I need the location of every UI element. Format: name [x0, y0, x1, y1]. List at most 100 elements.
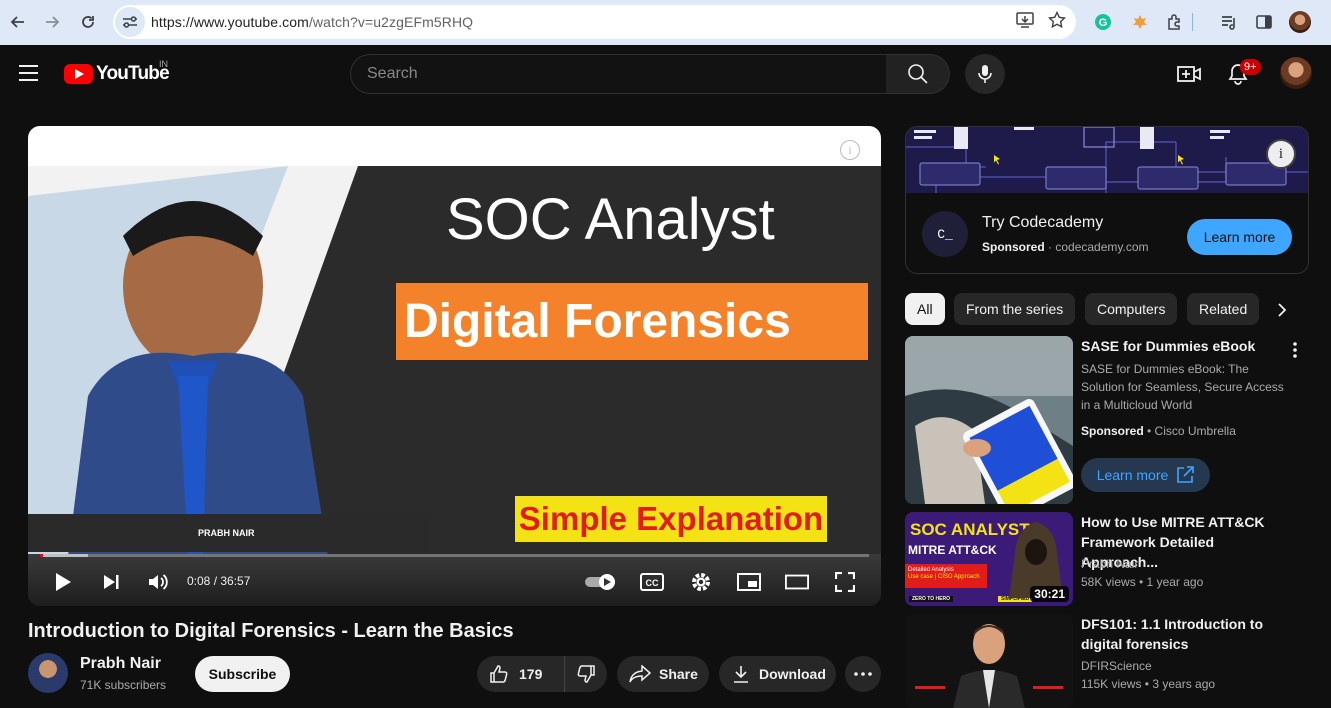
more-vertical-icon[interactable]	[1285, 340, 1305, 360]
captions-icon: CC	[640, 573, 664, 591]
divider-line	[1190, 10, 1194, 34]
rec-meta: 115K views • 3 years ago	[1081, 677, 1216, 691]
channel-name[interactable]: Prabh Nair	[80, 655, 161, 673]
dislike-button[interactable]	[565, 656, 607, 692]
list-item[interactable]: DFS101: 1.1 Introduction to digital fore…	[905, 614, 1309, 708]
rec-advertiser: Cisco Umbrella	[1154, 424, 1236, 438]
site-settings-icon[interactable]	[115, 7, 145, 37]
create-video-button[interactable]	[1177, 62, 1201, 86]
list-item[interactable]: SOC ANALYST MITRE ATT&CK Detailed Analys…	[905, 512, 1309, 606]
youtube-play-logo-icon	[64, 64, 93, 84]
ad-domain: codecademy.com	[1055, 240, 1149, 254]
back-icon[interactable]	[4, 8, 32, 36]
sponsored-ad-card[interactable]: i C_ Try Codecademy Sponsored · codecade…	[905, 126, 1309, 274]
chip-computers[interactable]: Computers	[1085, 293, 1178, 325]
menu-icon[interactable]	[19, 65, 38, 86]
external-link-icon	[1177, 466, 1195, 483]
microphone-icon	[978, 65, 992, 83]
grammarly-extension-icon[interactable]: G	[1091, 10, 1115, 34]
rec-channel[interactable]: Prabh Nair	[1081, 555, 1138, 573]
settings-button[interactable]	[690, 572, 712, 592]
thumb-analysis-box: Detailed Analysis Use case | CISO Approa…	[905, 564, 987, 588]
share-button[interactable]: Share	[617, 656, 709, 692]
time-display: 0:08 / 36:57	[187, 574, 251, 588]
chip-from-the-series[interactable]: From the series	[954, 293, 1076, 325]
address-bar[interactable]: https://www.youtube.com/watch?v=u2zgEFm5…	[113, 5, 1076, 39]
reload-icon[interactable]	[74, 8, 102, 36]
miniplayer-button[interactable]	[737, 572, 761, 592]
ad-sponsored-label: Sponsored	[982, 240, 1045, 254]
rec-title[interactable]: DFS101: 1.1 Introduction to digital fore…	[1081, 614, 1291, 654]
profile-avatar[interactable]	[1288, 10, 1312, 34]
volume-button[interactable]	[146, 572, 170, 592]
subscribe-button[interactable]: Subscribe	[195, 656, 290, 692]
related-filter-chips: All From the series Computers Related	[905, 293, 1309, 325]
channel-avatar[interactable]	[28, 653, 68, 693]
like-button[interactable]: 179	[477, 656, 565, 692]
theater-mode-icon	[785, 574, 809, 590]
buffer-fill	[40, 554, 89, 557]
video-duration: 30:21	[1030, 586, 1069, 602]
extension-leaf-icon[interactable]	[1128, 10, 1152, 34]
theater-mode-button[interactable]	[785, 572, 809, 592]
rec-title[interactable]: SASE for Dummies eBook	[1081, 336, 1291, 356]
thumbnail-name-bar: PRABH NAIR	[28, 514, 428, 552]
chip-related[interactable]: Related	[1187, 293, 1260, 325]
svg-text:G: G	[1099, 17, 1108, 29]
ad-title[interactable]: Try Codecademy	[982, 214, 1103, 232]
thumbnail-banner: Digital Forensics	[396, 283, 868, 360]
rec-sponsor-line: Sponsored • Cisco Umbrella	[1081, 424, 1236, 438]
play-button[interactable]	[52, 572, 74, 592]
install-app-icon[interactable]	[1016, 11, 1034, 33]
thumbnail-tag-text: Simple Explanation	[518, 500, 824, 537]
ad-banner-image	[906, 127, 1308, 193]
gear-icon	[692, 573, 710, 591]
extensions-puzzle-icon[interactable]	[1163, 10, 1187, 34]
ad-learn-more-button[interactable]: Learn more	[1187, 219, 1292, 255]
download-icon	[734, 666, 748, 683]
forward-icon[interactable]	[38, 8, 66, 36]
download-label: Download	[759, 666, 826, 682]
url-text: https://www.youtube.com/watch?v=u2zgEFm5…	[151, 14, 473, 30]
captions-button[interactable]: CC	[640, 572, 664, 592]
rec-meta: 58K views • 1 year ago	[1081, 575, 1204, 589]
ad-info-icon[interactable]: i	[1266, 139, 1296, 169]
next-button[interactable]	[100, 572, 122, 592]
subscriber-count: 71K subscribers	[80, 678, 167, 692]
thumbs-down-icon	[577, 665, 595, 683]
rec-learn-more-label: Learn more	[1096, 467, 1169, 483]
video-thumbnail	[905, 614, 1073, 708]
chevron-right-icon[interactable]	[1272, 300, 1292, 320]
thumbnail-top-band	[28, 126, 881, 166]
thumb-usecase-label: Use case | CISO Approach	[908, 574, 980, 580]
bookmark-star-icon[interactable]	[1047, 10, 1067, 34]
search-icon	[907, 64, 928, 84]
logo-text: YouTube	[96, 63, 170, 84]
played-fill	[40, 554, 43, 557]
url-host: https://www.youtube.com	[151, 14, 309, 30]
search-button[interactable]	[886, 54, 950, 94]
media-queue-icon[interactable]	[1217, 10, 1241, 34]
list-item[interactable]: SASE for Dummies eBook SASE for Dummies …	[905, 336, 1309, 504]
youtube-logo[interactable]: YouTube IN	[64, 59, 170, 85]
account-avatar[interactable]	[1280, 57, 1312, 89]
search-field	[350, 54, 887, 94]
progress-bar[interactable]	[40, 554, 869, 557]
rec-channel[interactable]: DFIRScience	[1081, 657, 1152, 675]
rec-learn-more-button[interactable]: Learn more	[1081, 458, 1210, 492]
more-actions-button[interactable]	[845, 656, 881, 692]
codecademy-logo: C_	[922, 211, 968, 257]
rec-sponsored-label: Sponsored	[1081, 424, 1144, 438]
fullscreen-button[interactable]	[834, 572, 856, 592]
url-path: /watch?v=u2zgEFm5RHQ	[308, 14, 474, 30]
download-button[interactable]: Download	[719, 656, 836, 692]
search-input[interactable]	[367, 65, 886, 83]
share-icon	[629, 665, 651, 683]
chip-all[interactable]: All	[905, 293, 945, 325]
like-dislike-group: 179	[477, 656, 607, 692]
video-player[interactable]: SOC Analyst Digital Forensics PRABH NAIR…	[28, 126, 881, 606]
voice-search-button[interactable]	[965, 54, 1005, 94]
side-panel-icon[interactable]	[1252, 10, 1276, 34]
autoplay-toggle[interactable]	[584, 572, 620, 592]
video-info-icon[interactable]: i	[840, 140, 860, 160]
